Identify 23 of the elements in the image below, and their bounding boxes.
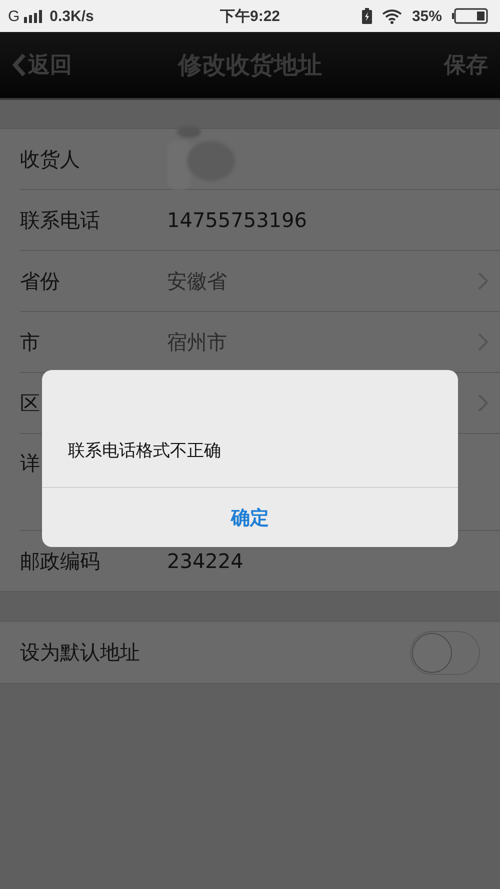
alert-message: 联系电话格式不正确 xyxy=(68,440,221,462)
default-address-label: 设为默认地址 xyxy=(20,639,141,666)
field-value: 安徽省 xyxy=(167,268,228,294)
field-label: 详 xyxy=(20,451,40,475)
confirm-button[interactable]: 确定 xyxy=(42,488,458,547)
field-label: 省份 xyxy=(20,268,60,292)
battery-icon xyxy=(452,8,488,24)
field-label: 联系电话 xyxy=(20,208,100,232)
battery-percent: 35% xyxy=(412,8,442,24)
field-label: 市 xyxy=(20,330,40,354)
field-label: 区 xyxy=(20,390,40,414)
field-value: 14755753196 xyxy=(167,208,308,232)
field-label: 邮政编码 xyxy=(20,548,100,572)
toggle-switch[interactable] xyxy=(410,630,480,674)
field-value: 234224 xyxy=(167,549,244,573)
wifi-icon xyxy=(382,8,402,24)
back-chevron-icon xyxy=(12,53,26,77)
network-type: G xyxy=(8,8,20,24)
field-value: 宿州市 xyxy=(167,328,228,356)
clock: 下午9:22 xyxy=(220,8,280,24)
field-label: 收货人 xyxy=(20,146,80,170)
charging-icon xyxy=(362,8,372,24)
network-speed: 0.3K/s xyxy=(50,8,94,24)
